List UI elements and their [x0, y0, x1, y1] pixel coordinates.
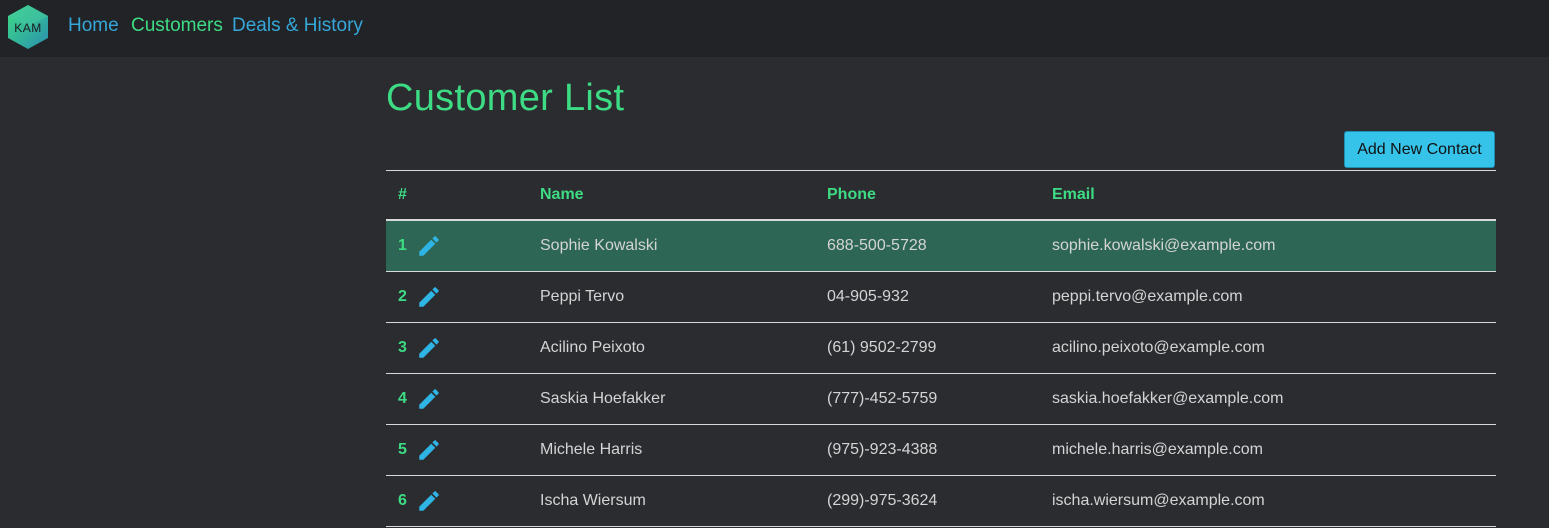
logo-text: KAM [14, 21, 42, 35]
cell-email: peppi.tervo@example.com [1052, 271, 1496, 323]
table-row[interactable]: 1 Sophie Kowalski 688-500-5728 sophie.kowal… [386, 220, 1496, 272]
cell-phone: (61) 9502-2799 [827, 322, 1052, 374]
cell-email: sophie.kowalski@example.com [1052, 220, 1496, 272]
row-number: 6 [398, 492, 407, 509]
kam-logo[interactable]: KAM [5, 4, 51, 50]
cell-phone: (975)-923-4388 [827, 424, 1052, 476]
top-navbar: KAM Home Customers Deals & History [0, 0, 1549, 57]
pencil-icon[interactable] [416, 386, 442, 412]
cell-name: Peppi Tervo [540, 271, 827, 323]
cell-email: acilino.peixoto@example.com [1052, 322, 1496, 374]
row-number-cell: 3 [386, 322, 540, 374]
page-title: Customer List [386, 77, 625, 119]
table-row[interactable]: 5 Michele Harris (975)-923-4388 michele.har… [386, 424, 1496, 476]
nav-link-deals-history[interactable]: Deals & History [232, 14, 363, 38]
header-name: Name [540, 170, 827, 221]
pencil-icon[interactable] [416, 437, 442, 463]
table-body: 1 Sophie Kowalski 688-500-5728 sophie.kowal… [386, 220, 1496, 527]
row-number-cell: 6 [386, 475, 540, 527]
pencil-icon[interactable] [416, 284, 442, 310]
cell-phone: (299)-975-3624 [827, 475, 1052, 527]
cell-name: Michele Harris [540, 424, 827, 476]
cell-name: Saskia Hoefakker [540, 373, 827, 425]
cell-email: ischa.wiersum@example.com [1052, 475, 1496, 527]
row-number: 1 [398, 237, 407, 254]
header-email: Email [1052, 170, 1496, 221]
cell-phone: 688-500-5728 [827, 220, 1052, 272]
table-row[interactable]: 6 Ischa Wiersum (299)-975-3624 ischa.wiersu… [386, 475, 1496, 527]
row-number-cell: 5 [386, 424, 540, 476]
customer-table: # Name Phone Email 1 Sophie Kowalski 688-5… [386, 170, 1496, 527]
cell-name: Sophie Kowalski [540, 220, 827, 272]
row-number: 4 [398, 390, 407, 407]
row-number-cell: 2 [386, 271, 540, 323]
row-number-cell: 1 [386, 220, 540, 272]
table-row[interactable]: 4 Saskia Hoefakker (777)-452-5759 saskia.ho… [386, 373, 1496, 425]
cell-name: Ischa Wiersum [540, 475, 827, 527]
table-row[interactable]: 2 Peppi Tervo 04-905-932 peppi.tervo@exampl… [386, 271, 1496, 323]
header-number: # [386, 170, 540, 221]
pencil-icon[interactable] [416, 233, 442, 259]
pencil-icon[interactable] [416, 488, 442, 514]
table-row[interactable]: 3 Acilino Peixoto (61) 9502-2799 acilino.pe… [386, 322, 1496, 374]
row-number: 5 [398, 441, 407, 458]
cell-phone: 04-905-932 [827, 271, 1052, 323]
row-number-cell: 4 [386, 373, 540, 425]
cell-phone: (777)-452-5759 [827, 373, 1052, 425]
nav-link-home[interactable]: Home [68, 14, 119, 38]
customer-table-container: # Name Phone Email 1 Sophie Kowalski 688-5… [386, 170, 1496, 527]
header-phone: Phone [827, 170, 1052, 221]
cell-email: michele.harris@example.com [1052, 424, 1496, 476]
add-new-contact-button[interactable]: Add New Contact [1344, 131, 1495, 168]
nav-link-customers[interactable]: Customers [131, 14, 223, 38]
cell-name: Acilino Peixoto [540, 322, 827, 374]
cell-email: saskia.hoefakker@example.com [1052, 373, 1496, 425]
row-number: 2 [398, 288, 407, 305]
pencil-icon[interactable] [416, 335, 442, 361]
table-header-row: # Name Phone Email [386, 170, 1496, 221]
row-number: 3 [398, 339, 407, 356]
